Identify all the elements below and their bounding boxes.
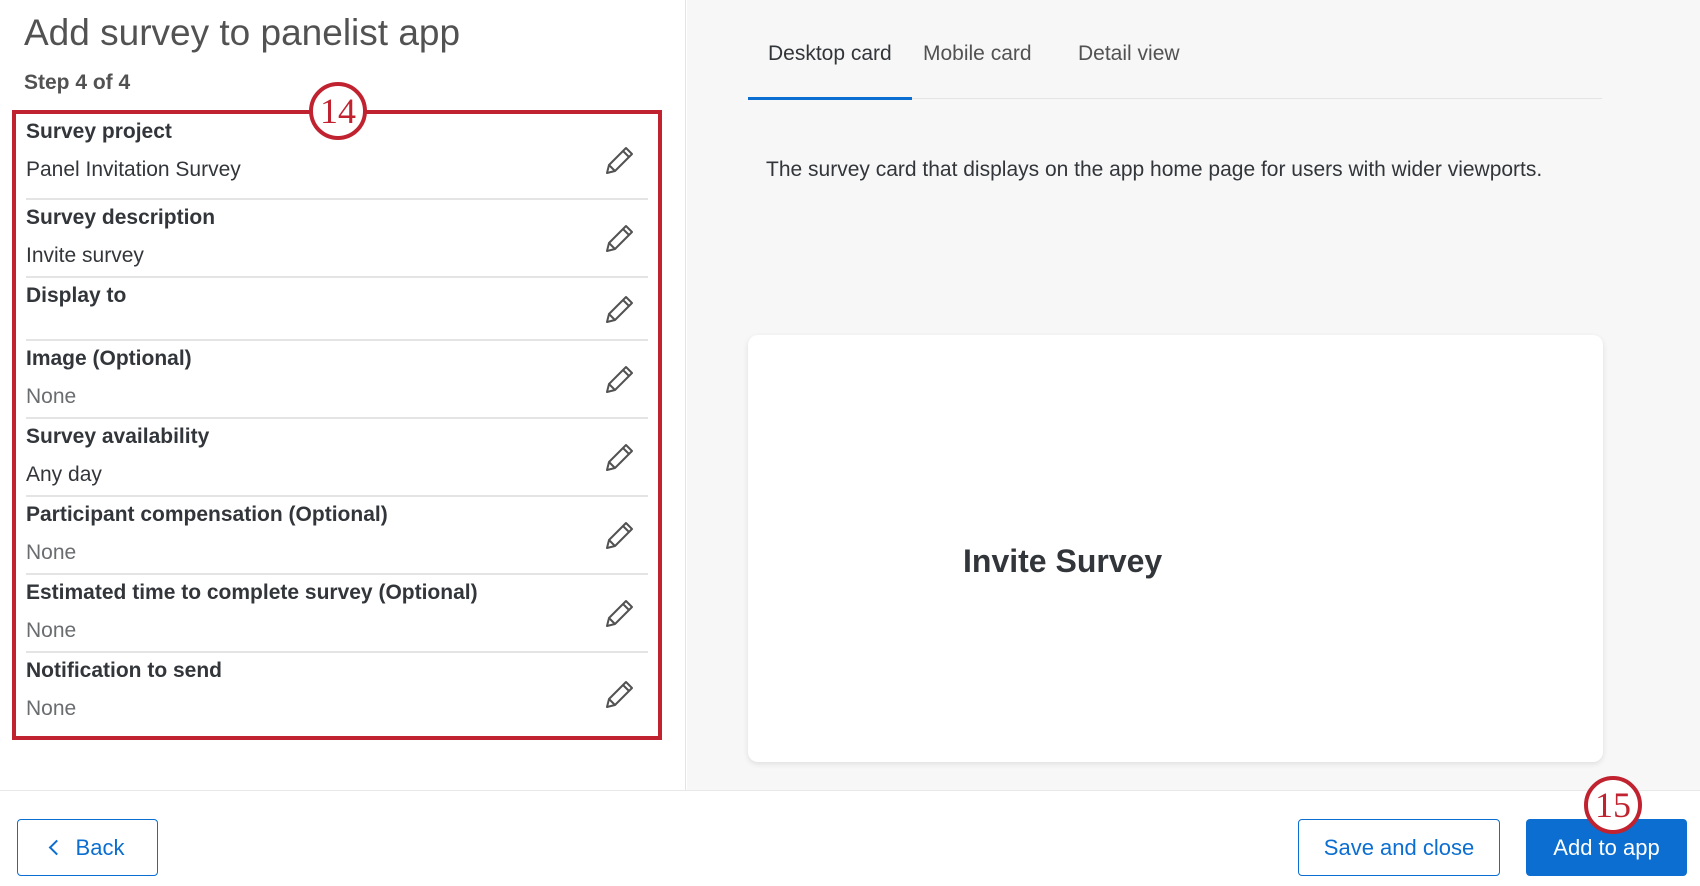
- tab-desktop-card[interactable]: Desktop card: [748, 42, 912, 100]
- summary-row: Survey availability Any day: [26, 419, 648, 497]
- callout-badge-14: 14: [309, 82, 367, 140]
- summary-row: Survey description Invite survey: [26, 200, 648, 278]
- field-label: Notification to send: [26, 659, 222, 682]
- field-value: None: [26, 619, 77, 642]
- page-title: Add survey to panelist app: [24, 12, 461, 53]
- field-label: Survey availability: [26, 425, 210, 448]
- edit-pencil-icon[interactable]: [602, 519, 636, 553]
- back-label: Back: [75, 834, 125, 860]
- edit-pencil-icon[interactable]: [602, 597, 636, 631]
- field-value: Invite survey: [26, 244, 144, 267]
- step-indicator: Step 4 of 4: [24, 71, 131, 94]
- field-label: Estimated time to complete survey (Optio…: [26, 581, 478, 604]
- summary-highlight-box: Survey project Panel Invitation Survey Sur…: [12, 110, 662, 740]
- tab-detail-view[interactable]: Detail view: [1078, 42, 1180, 99]
- field-label: Display to: [26, 284, 127, 307]
- field-value: Panel Invitation Survey: [26, 158, 241, 181]
- save-and-close-button[interactable]: Save and close: [1298, 819, 1500, 876]
- edit-pencil-icon[interactable]: [602, 363, 636, 397]
- field-label: Participant compensation (Optional): [26, 503, 388, 526]
- desktop-card-preview: Invite Survey: [748, 335, 1603, 762]
- preview-tabs: Desktop card Mobile card Detail view: [748, 0, 1602, 100]
- preview-description: The survey card that displays on the app…: [766, 158, 1543, 181]
- edit-pencil-icon[interactable]: [602, 144, 636, 178]
- back-button[interactable]: Back: [17, 819, 158, 876]
- tab-mobile-card[interactable]: Mobile card: [923, 42, 1032, 99]
- callout-badge-15: 15: [1584, 776, 1642, 834]
- edit-pencil-icon[interactable]: [602, 678, 636, 712]
- summary-row: Estimated time to complete survey (Optio…: [26, 575, 648, 653]
- summary-row: Participant compensation (Optional) None: [26, 497, 648, 575]
- summary-row: Notification to send None: [26, 653, 648, 736]
- field-value: None: [26, 697, 77, 720]
- field-label: Survey project: [26, 120, 172, 143]
- card-title: Invite Survey: [963, 543, 1163, 579]
- chevron-left-icon: [48, 839, 64, 856]
- field-value: None: [26, 541, 77, 564]
- left-panel: Add survey to panelist app Step 4 of 4 S…: [0, 0, 686, 790]
- summary-row: Image (Optional) None: [26, 341, 648, 419]
- field-label: Survey description: [26, 206, 216, 229]
- footer: Back Save and close Add to app 15: [0, 776, 1700, 886]
- summary-row: Display to: [26, 278, 648, 341]
- field-label: Image (Optional): [26, 347, 192, 370]
- field-value: Any day: [26, 463, 102, 486]
- edit-pencil-icon[interactable]: [602, 293, 636, 327]
- edit-pencil-icon[interactable]: [602, 222, 636, 256]
- field-value: None: [26, 385, 77, 408]
- preview-panel: Desktop card Mobile card Detail view The…: [687, 0, 1700, 790]
- edit-pencil-icon[interactable]: [602, 441, 636, 475]
